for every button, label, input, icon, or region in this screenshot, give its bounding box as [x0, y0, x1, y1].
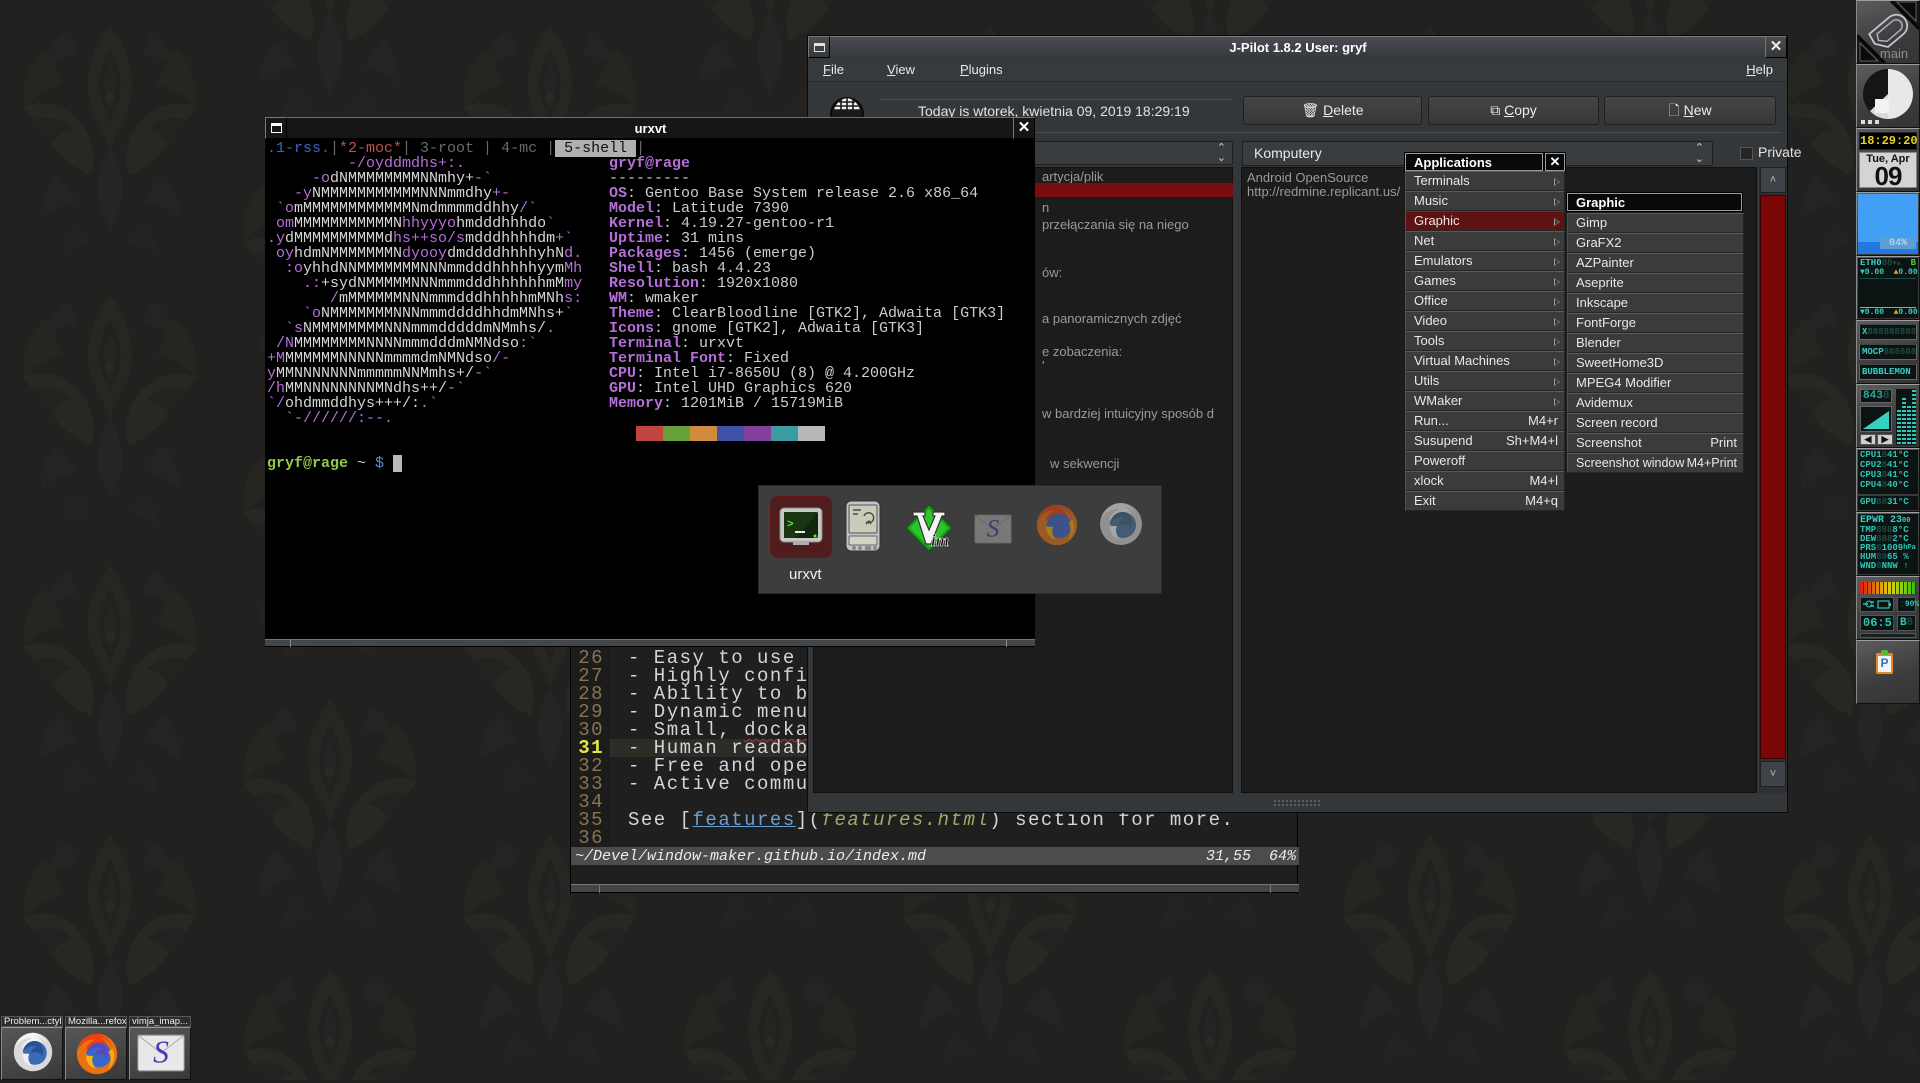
svg-text:S: S [987, 516, 1000, 543]
svg-text:S: S [153, 1035, 169, 1070]
svg-text:main: main [1880, 46, 1908, 61]
svg-text:>: > [787, 519, 794, 531]
svg-text:im: im [931, 531, 949, 550]
